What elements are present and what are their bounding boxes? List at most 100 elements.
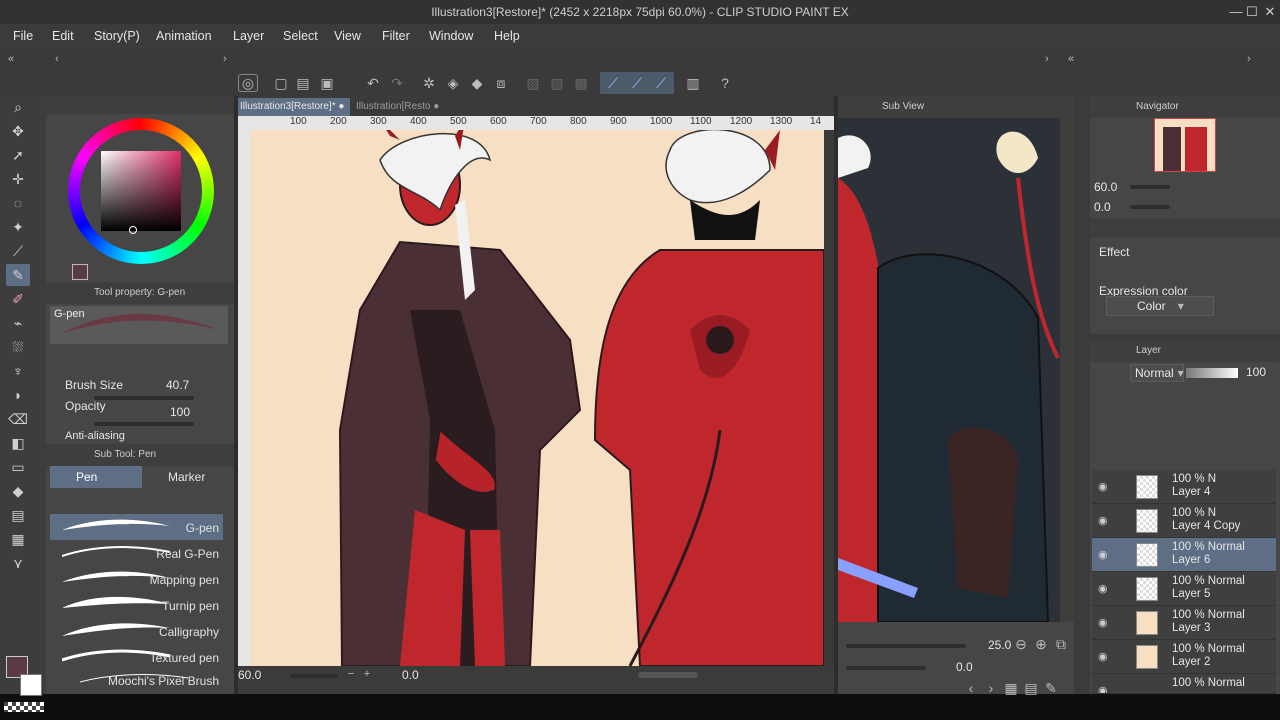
visibility-eye-icon[interactable]: ◉ [1098, 684, 1112, 693]
sub-view-zoom-out-icon[interactable]: ⊖ [1012, 636, 1030, 652]
brush-moochi-pixel[interactable]: Moochi's Pixel Brush [50, 670, 223, 690]
sub-color-swatch[interactable] [20, 674, 42, 696]
sub-view-zoom-slider[interactable] [846, 644, 966, 648]
sub-view-gallery-icon[interactable]: ▦ [1002, 680, 1020, 696]
sub-view-scrollbar[interactable] [1060, 118, 1074, 622]
visibility-eye-icon[interactable]: ◉ [1098, 514, 1112, 528]
selection-off-icon[interactable]: ▨ [524, 75, 542, 91]
layer-row-layer-2[interactable]: ◉ 100 % Normal Layer 2 [1092, 640, 1276, 674]
blend-mode-select[interactable]: Normal ▾ [1130, 364, 1184, 382]
brush-real-g-pen[interactable]: Real G-Pen [50, 540, 223, 566]
menu-select[interactable]: Select [283, 24, 318, 48]
operation-tool-icon[interactable]: ➚ [6, 144, 30, 166]
airbrush-tool-icon[interactable]: ⛆ [6, 336, 30, 358]
snap-special-ruler-icon[interactable]: ⟋ [628, 75, 646, 91]
brush-g-pen[interactable]: G-pen [50, 514, 223, 540]
layer-row-layer-4[interactable]: ◉ 100 % N Layer 4 [1092, 470, 1276, 504]
expand-right-icon[interactable]: › [216, 51, 234, 67]
fill-tool-icon[interactable]: ◆ [6, 480, 30, 502]
sub-view-rotate-value[interactable]: 0.0 [956, 660, 973, 674]
visibility-eye-icon[interactable]: ◉ [1098, 582, 1112, 596]
save-icon[interactable]: ▣ [318, 75, 336, 91]
menu-story[interactable]: Story(P) [94, 24, 140, 48]
figure-tool-icon[interactable]: ◧ [6, 432, 30, 454]
layer-row-layer-4-copy[interactable]: ◉ 100 % N Layer 4 Copy [1092, 504, 1276, 538]
help-icon[interactable]: ? [716, 75, 734, 91]
canvas[interactable] [250, 130, 824, 666]
selection-fill-icon[interactable]: ▩ [572, 75, 590, 91]
menu-layer[interactable]: Layer [233, 24, 264, 48]
move-tool-icon[interactable]: ✥ [6, 120, 30, 142]
current-color-chip[interactable] [72, 264, 88, 280]
eraser-tool-icon[interactable]: ⌫ [6, 408, 30, 430]
expand-right-icon-2[interactable]: › [1038, 51, 1056, 67]
close-button[interactable]: ✕ [1260, 0, 1280, 24]
tab-illustration3[interactable]: Illustration3[Restore]* ● [238, 98, 350, 116]
move-layer-tool-icon[interactable]: ✛ [6, 168, 30, 190]
sub-view-fit-icon[interactable]: ⧉ [1052, 636, 1070, 652]
brush-calligraphy[interactable]: Calligraphy [50, 618, 223, 644]
visibility-eye-icon[interactable]: ◉ [1098, 616, 1112, 630]
menu-filter[interactable]: Filter [382, 24, 410, 48]
collapse-left-icon[interactable]: « [2, 51, 20, 67]
sub-view-zoom-value[interactable]: 25.0 [988, 638, 1011, 652]
fill-icon[interactable]: ◈ [444, 75, 462, 91]
eyedropper-tool-icon[interactable]: ⟋ [6, 240, 30, 262]
layer-row-layer-6[interactable]: ◉ 100 % Normal Layer 6 [1092, 538, 1276, 572]
color-picker-cursor[interactable] [129, 226, 137, 234]
menu-window[interactable]: Window [429, 24, 473, 48]
menu-edit[interactable]: Edit [52, 24, 74, 48]
sub-view-import-icon[interactable]: ▤ [1022, 680, 1040, 696]
snap-grid-icon[interactable]: ⟋ [652, 75, 670, 91]
text-tool-icon[interactable]: ▦ [6, 528, 30, 550]
tab-marker[interactable]: Marker [142, 466, 230, 488]
opacity-slider[interactable] [94, 422, 194, 426]
collapse-left-icon-2[interactable]: ‹ [48, 51, 66, 67]
layer-row-layer-3[interactable]: ◉ 100 % Normal Layer 3 [1092, 606, 1276, 640]
visibility-eye-icon[interactable]: ◉ [1098, 548, 1112, 562]
sub-view-zoom-in-icon[interactable]: ⊕ [1032, 636, 1050, 652]
opacity-value[interactable]: 100 [170, 405, 190, 419]
gradient-tool-icon[interactable]: ▤ [6, 504, 30, 526]
frame-tool-icon[interactable]: ▭ [6, 456, 30, 478]
canvas-rotate-value[interactable]: 0.0 [402, 668, 419, 682]
decoration-tool-icon[interactable]: ♆ [6, 360, 30, 382]
pen-tool-icon[interactable]: ✎ [6, 264, 30, 286]
magic-wand-tool-icon[interactable]: ✦ [6, 216, 30, 238]
menu-help[interactable]: Help [494, 24, 520, 48]
navigator-rotate-slider[interactable] [1130, 205, 1170, 209]
saturation-value-square[interactable] [101, 151, 181, 231]
clear-icon[interactable]: ✲ [420, 75, 438, 91]
balloon-tool-icon[interactable]: ⋎ [6, 552, 30, 574]
blend-tool-icon[interactable]: ◗ [6, 384, 30, 406]
visibility-eye-icon[interactable]: ◉ [1098, 650, 1112, 664]
sub-view-prev-icon[interactable]: ‹ [962, 680, 980, 696]
sub-view-next-icon[interactable]: › [982, 680, 1000, 696]
canvas-zoom-value[interactable]: 60.0 [238, 668, 261, 682]
brush-size-slider[interactable] [94, 396, 194, 400]
zoom-tool-icon[interactable]: ⌕ [6, 96, 30, 118]
zoom-in-icon[interactable]: + [358, 666, 376, 682]
snap-ruler-icon[interactable]: ⟋ [604, 75, 622, 91]
navigator-zoom-value[interactable]: 60.0 [1094, 180, 1117, 194]
navigator-rotate-value[interactable]: 0.0 [1094, 200, 1111, 214]
menu-file[interactable]: File [13, 24, 33, 48]
transform-icon[interactable]: ⧈ [492, 75, 510, 91]
brush-turnip-pen[interactable]: Turnip pen [50, 592, 223, 618]
new-file-icon[interactable]: ▢ [272, 75, 290, 91]
redo-icon[interactable]: ↷ [388, 75, 406, 91]
navigator-zoom-slider[interactable] [1130, 185, 1170, 189]
visibility-eye-icon[interactable]: ◉ [1098, 480, 1112, 494]
lasso-tool-icon[interactable]: ◌ [6, 192, 30, 214]
undo-icon[interactable]: ↶ [364, 75, 382, 91]
clip-studio-icon[interactable]: ◎ [238, 74, 258, 92]
sub-view-image[interactable] [838, 118, 1060, 622]
layer-opacity-slider[interactable] [1186, 368, 1238, 378]
tab-illustration[interactable]: Illustration[Resto ● [356, 98, 456, 116]
brush-textured-pen[interactable]: Textured pen [50, 644, 223, 670]
tab-pen[interactable]: Pen [50, 466, 142, 488]
layer-opacity-value[interactable]: 100 [1246, 365, 1266, 379]
canvas-zoom-slider[interactable] [290, 674, 338, 678]
layer-row-layer-5[interactable]: ◉ 100 % Normal Layer 5 [1092, 572, 1276, 606]
maximize-button[interactable]: ☐ [1242, 0, 1262, 24]
